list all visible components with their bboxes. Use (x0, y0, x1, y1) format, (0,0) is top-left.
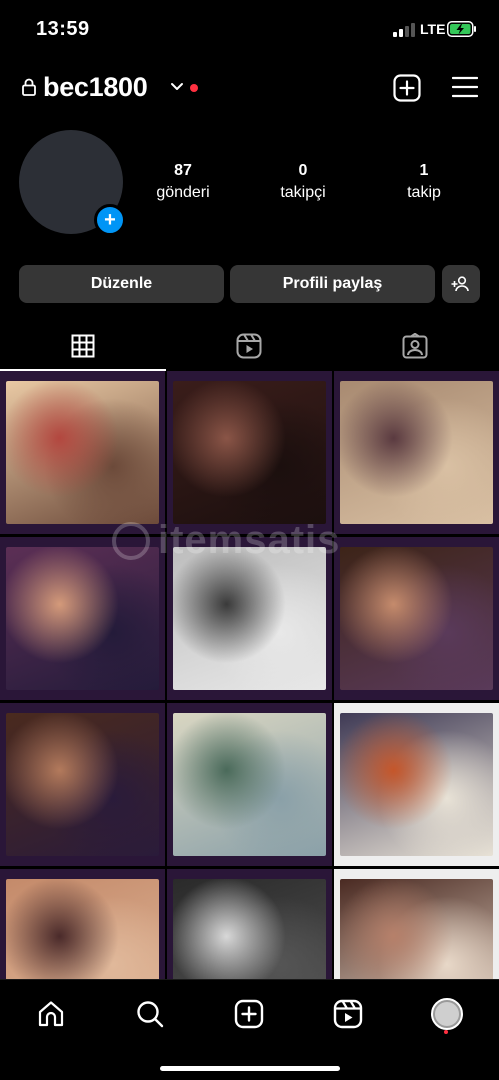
lock-icon (22, 78, 36, 96)
bottom-navigation (0, 979, 499, 1080)
edit-profile-button[interactable]: Düzenle (19, 265, 224, 303)
reels-icon (333, 999, 363, 1029)
stat-following[interactable]: 1 takip (369, 162, 479, 202)
discover-people-button[interactable] (442, 265, 480, 303)
post-photo (6, 547, 159, 690)
grid-post-thumbnail[interactable] (334, 869, 499, 979)
grid-post-thumbnail[interactable] (334, 371, 499, 534)
share-profile-button[interactable]: Profili paylaş (230, 265, 435, 303)
home-indicator (160, 1066, 340, 1071)
nav-create[interactable] (229, 994, 269, 1034)
post-photo (340, 381, 493, 524)
watermark-text: itemsatis (158, 518, 341, 562)
watermark-logo-icon (112, 522, 150, 560)
notification-dot (190, 84, 198, 92)
nav-search[interactable] (130, 994, 170, 1034)
grid-post-thumbnail[interactable] (167, 703, 332, 866)
grid-icon (71, 334, 95, 358)
posts-count: 87 (174, 162, 192, 179)
posts-grid (0, 371, 499, 979)
status-bar: 13:59 LTE (0, 0, 499, 60)
grid-post-thumbnail[interactable] (167, 371, 332, 534)
network-type: LTE (420, 21, 446, 37)
grid-post-thumbnail[interactable] (0, 869, 165, 979)
tab-posts-grid[interactable] (0, 323, 166, 369)
tab-reels[interactable] (166, 323, 332, 369)
post-photo (340, 713, 493, 856)
post-photo (6, 713, 159, 856)
profile-avatar[interactable]: + (19, 130, 126, 236)
reels-icon (236, 333, 262, 359)
grid-post-thumbnail[interactable] (0, 371, 165, 534)
grid-post-thumbnail[interactable] (0, 537, 165, 700)
post-photo (173, 381, 326, 524)
account-switcher-username[interactable]: bec1800 (43, 72, 148, 103)
hamburger-menu-icon[interactable] (452, 76, 478, 98)
post-photo (340, 879, 493, 979)
search-icon (137, 1001, 164, 1028)
nav-profile[interactable] (427, 994, 467, 1034)
plus-square-icon (234, 999, 264, 1029)
followers-label: takipçi (280, 184, 326, 201)
post-photo (6, 381, 159, 524)
post-photo (340, 547, 493, 690)
post-photo (173, 713, 326, 856)
nav-home[interactable] (31, 994, 71, 1034)
add-story-button[interactable]: + (94, 204, 126, 236)
nav-reels[interactable] (328, 994, 368, 1034)
cellular-signal-icon (393, 23, 415, 37)
following-count: 1 (419, 162, 429, 179)
tagged-person-icon (402, 333, 428, 359)
grid-post-thumbnail[interactable] (334, 703, 499, 866)
grid-post-thumbnail[interactable] (334, 537, 499, 700)
grid-post-thumbnail[interactable] (0, 703, 165, 866)
posts-label: gönderi (156, 184, 210, 201)
tab-tagged[interactable] (332, 323, 498, 369)
stat-posts[interactable]: 87 gönderi (128, 162, 238, 202)
profile-notification-dot (444, 1030, 448, 1034)
add-person-icon (451, 276, 469, 292)
following-label: takip (407, 184, 441, 201)
status-time: 13:59 (36, 18, 90, 40)
post-photo (173, 547, 326, 690)
post-photo (6, 879, 159, 979)
grid-post-thumbnail[interactable] (167, 869, 332, 979)
new-post-icon[interactable] (393, 74, 421, 102)
profile-avatar-icon (431, 998, 463, 1030)
profile-header: bec1800 (0, 68, 499, 110)
home-icon (38, 1001, 64, 1027)
chevron-down-icon[interactable] (170, 82, 184, 92)
followers-count: 0 (298, 162, 308, 179)
stat-followers[interactable]: 0 takipçi (248, 162, 358, 202)
post-photo (173, 879, 326, 979)
battery-charging-icon (447, 21, 476, 37)
profile-tabs (0, 323, 499, 371)
